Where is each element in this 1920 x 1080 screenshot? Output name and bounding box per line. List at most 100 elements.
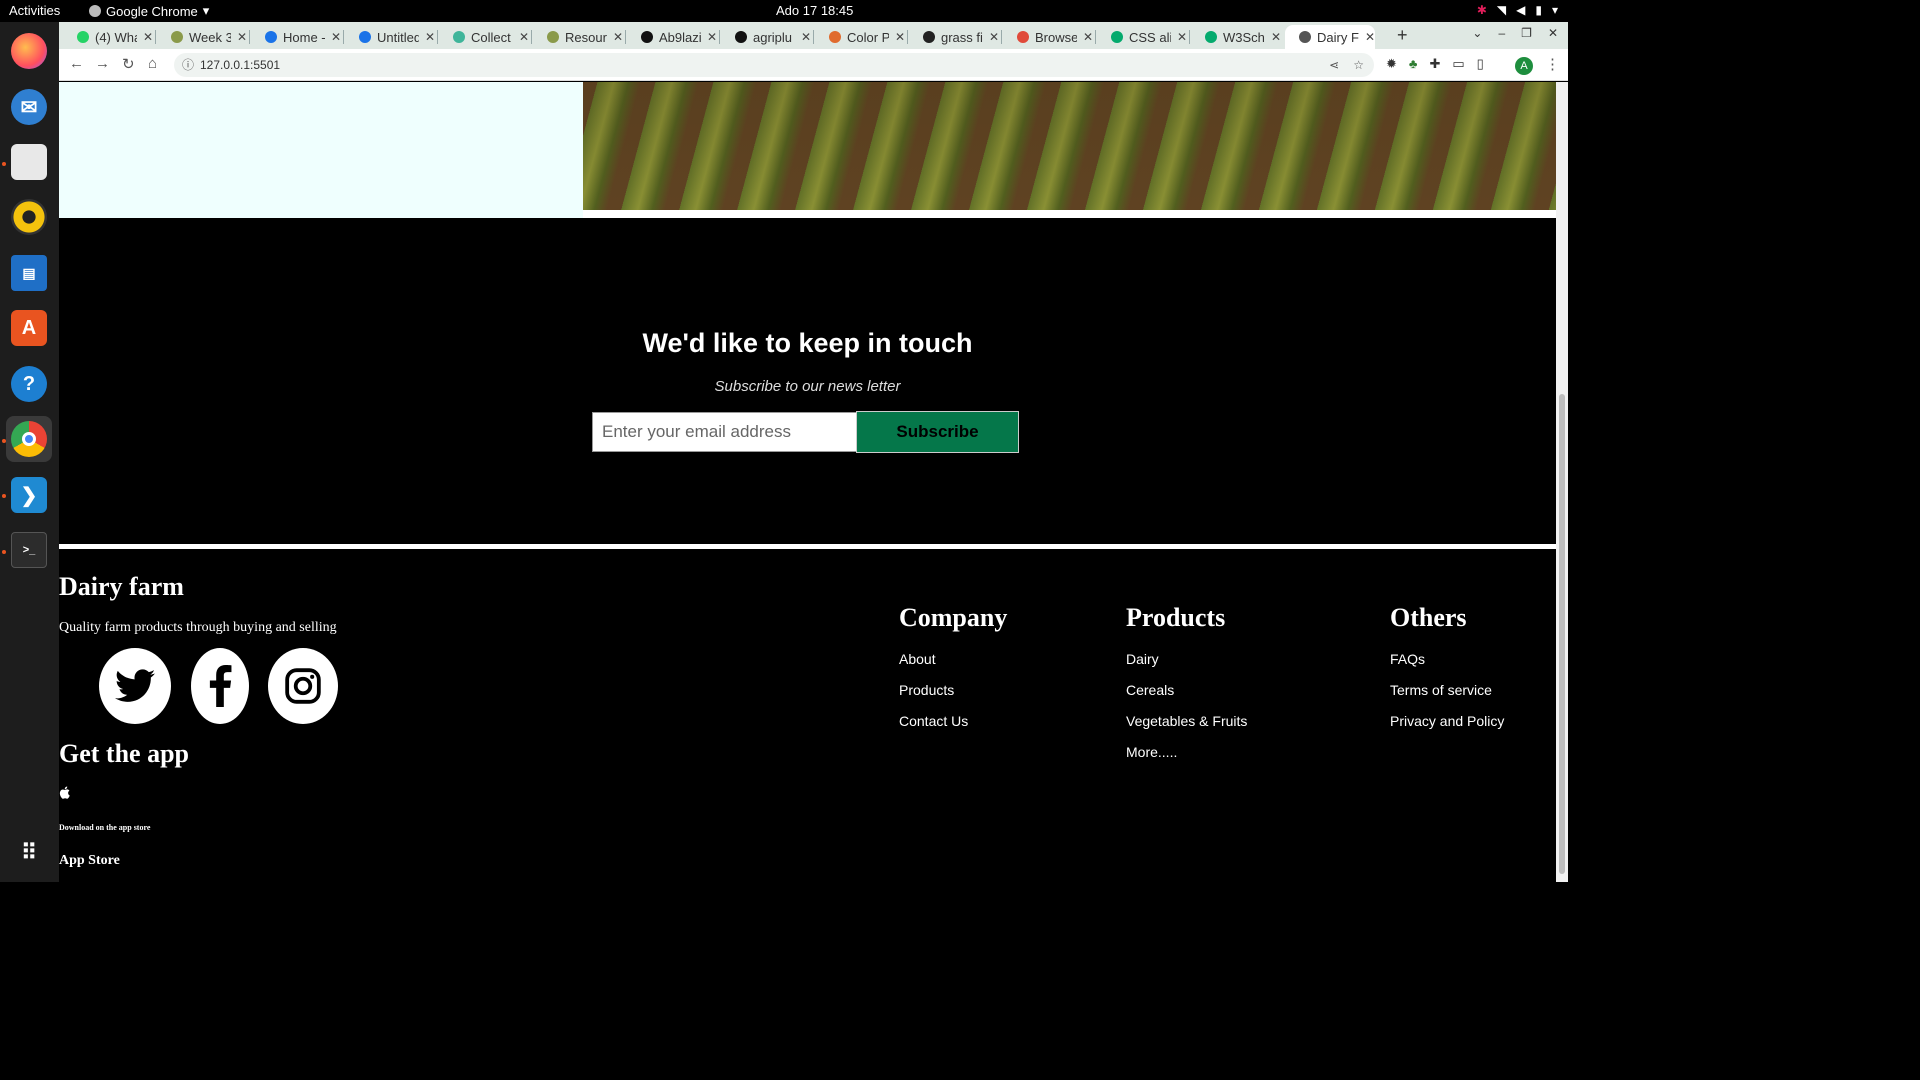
tab-close-icon[interactable]: ✕ — [613, 30, 623, 44]
tab-separator — [437, 30, 438, 44]
tab-title: Collect — [471, 29, 511, 45]
browser-tab[interactable]: Untitled ✕ — [345, 25, 435, 49]
rhythmbox-icon — [11, 199, 47, 235]
wifi-icon: ◥ — [1496, 3, 1507, 17]
facebook-link[interactable] — [191, 648, 249, 724]
minimize-icon[interactable]: – — [1498, 26, 1505, 40]
footer-link-contact-us[interactable]: Contact Us — [899, 713, 968, 729]
browser-tab[interactable]: agriplu ✕ — [721, 25, 811, 49]
activities-button[interactable]: Activities — [9, 3, 60, 18]
dock-software[interactable]: A — [6, 305, 52, 351]
footer-link-about[interactable]: About — [899, 651, 936, 667]
chrome-icon — [11, 421, 47, 457]
tab-close-icon[interactable]: ✕ — [519, 30, 529, 44]
tab-separator — [907, 30, 908, 44]
tab-close-icon[interactable]: ✕ — [425, 30, 435, 44]
back-icon[interactable]: ← — [69, 55, 84, 72]
browser-tab[interactable]: Home - ✕ — [251, 25, 341, 49]
dock-rhythmbox[interactable] — [6, 194, 52, 240]
browser-tab[interactable]: Resourc ✕ — [533, 25, 623, 49]
page-scrollbar[interactable] — [1556, 82, 1568, 882]
scrollbar-thumb[interactable] — [1559, 394, 1565, 874]
tab-close-icon[interactable]: ✕ — [801, 30, 811, 44]
software-center-icon: A — [11, 310, 47, 346]
tab-separator — [813, 30, 814, 44]
clock[interactable]: Ado 17 18:45 — [776, 3, 853, 18]
browser-tab[interactable]: Color P ✕ — [815, 25, 905, 49]
browser-tab[interactable]: Collect ✕ — [439, 25, 529, 49]
tab-close-icon[interactable]: ✕ — [143, 30, 153, 44]
footer-link-dairy[interactable]: Dairy — [1126, 651, 1159, 667]
tab-close-icon[interactable]: ✕ — [237, 30, 247, 44]
forward-icon[interactable]: → — [95, 55, 110, 72]
firefox-icon — [11, 33, 47, 69]
dock-thunderbird[interactable]: ✉ — [6, 84, 52, 130]
bookmark-star-icon[interactable]: ☆ — [1353, 53, 1364, 77]
dock-firefox[interactable] — [6, 28, 52, 74]
close-window-icon[interactable]: ✕ — [1548, 26, 1558, 40]
tab-title: Browse — [1035, 29, 1077, 45]
tab-close-icon[interactable]: ✕ — [1365, 30, 1375, 44]
tab-close-icon[interactable]: ✕ — [1083, 30, 1093, 44]
extension-plant-icon[interactable]: ♣ — [1409, 56, 1418, 72]
restore-icon[interactable]: ❐ — [1521, 26, 1532, 40]
site-footer: Dairy farm Quality farm products through… — [59, 549, 1556, 882]
tab-separator — [625, 30, 626, 44]
app-menu[interactable]: Google Chrome ▾ — [89, 3, 209, 19]
tab-close-icon[interactable]: ✕ — [895, 30, 905, 44]
browser-tab[interactable]: (4) Wha ✕ — [63, 25, 153, 49]
tab-favicon-icon — [1017, 31, 1029, 43]
browser-tab[interactable]: Ab9lazi ✕ — [627, 25, 717, 49]
home-icon[interactable]: ⌂ — [148, 55, 157, 72]
subscribe-button[interactable]: Subscribe — [856, 411, 1019, 453]
tab-close-icon[interactable]: ✕ — [707, 30, 717, 44]
browser-tab[interactable]: Week 3 ✕ — [157, 25, 247, 49]
browser-tab[interactable]: grass fi ✕ — [909, 25, 999, 49]
browser-tab[interactable]: Dairy Fa ✕ — [1285, 25, 1375, 49]
tab-search-icon[interactable]: ⌄ — [1472, 26, 1482, 40]
tab-favicon-icon — [829, 31, 841, 43]
browser-tab[interactable]: Browse ✕ — [1003, 25, 1093, 49]
footer-link-cereals[interactable]: Cereals — [1126, 682, 1174, 698]
dock-files[interactable] — [6, 139, 52, 185]
tab-close-icon[interactable]: ✕ — [989, 30, 999, 44]
twitter-link[interactable] — [99, 648, 171, 724]
footer-tagline: Quality farm products through buying and… — [59, 620, 337, 635]
email-input[interactable] — [592, 412, 857, 452]
footer-link-privacy[interactable]: Privacy and Policy — [1390, 713, 1504, 729]
side-panel-icon[interactable]: ▯ — [1477, 56, 1484, 72]
thunderbird-icon: ✉ — [11, 89, 47, 125]
help-icon: ? — [11, 366, 47, 402]
reload-icon[interactable]: ↻ — [122, 55, 135, 73]
browser-tab[interactable]: W3Scho ✕ — [1191, 25, 1281, 49]
tab-close-icon[interactable]: ✕ — [331, 30, 341, 44]
footer-link-vegetables-fruits[interactable]: Vegetables & Fruits — [1126, 713, 1247, 729]
extension-bug-icon[interactable]: ✹ — [1386, 56, 1397, 72]
dock-vscode[interactable]: ❯ — [6, 472, 52, 518]
dock-help[interactable]: ? — [6, 361, 52, 407]
cast-icon[interactable]: ▭ — [1452, 56, 1464, 72]
dock-writer[interactable]: ▤ — [6, 250, 52, 296]
share-icon[interactable]: ⋖ — [1329, 53, 1339, 77]
browser-toolbar: ← → ↻ ⌂ ⓘ 127.0.0.1:5501 ⋖ ☆ ✹ ♣ ✚ ▭ ▯ A… — [59, 49, 1568, 81]
tab-title: (4) Wha — [95, 29, 137, 45]
tab-close-icon[interactable]: ✕ — [1271, 30, 1281, 44]
footer-link-more[interactable]: More..... — [1126, 744, 1177, 760]
site-info-icon[interactable]: ⓘ — [182, 53, 194, 77]
address-bar[interactable]: ⓘ 127.0.0.1:5501 ⋖ ☆ — [174, 53, 1374, 77]
system-tray[interactable]: ✱ ◥ ◀ ▮ ▾ — [1477, 3, 1558, 17]
footer-link-faqs[interactable]: FAQs — [1390, 651, 1425, 667]
new-tab-button[interactable]: + — [1397, 25, 1408, 46]
extensions-puzzle-icon[interactable]: ✚ — [1429, 56, 1440, 72]
app-store-link[interactable]: App Store — [59, 853, 120, 869]
browser-tab[interactable]: CSS alig ✕ — [1097, 25, 1187, 49]
footer-link-terms[interactable]: Terms of service — [1390, 682, 1492, 698]
footer-link-products[interactable]: Products — [899, 682, 954, 698]
dock-show-apps[interactable]: ⠿ — [6, 830, 52, 876]
tab-close-icon[interactable]: ✕ — [1177, 30, 1187, 44]
instagram-link[interactable] — [268, 648, 338, 724]
dock-chrome[interactable] — [6, 416, 52, 462]
chrome-menu-icon[interactable]: ⋮ — [1545, 55, 1560, 73]
dock-terminal[interactable]: >_ — [6, 527, 52, 573]
profile-avatar[interactable]: A — [1515, 57, 1533, 75]
